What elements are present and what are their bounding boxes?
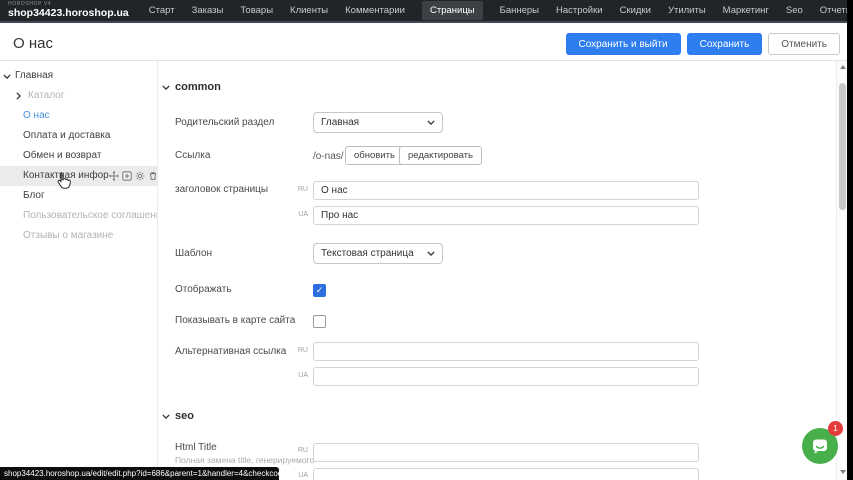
sidebar-item-label: Отзывы о магазине [23,226,113,246]
template-value: Текстовая страница [321,248,414,259]
menu-item-utilities[interactable]: Утилиты [668,5,706,16]
link-edit-button[interactable]: редактировать [399,146,482,165]
menu-item-start[interactable]: Старт [149,5,175,16]
parent-section-value: Главная [321,117,359,128]
alt-link-ua-input[interactable] [313,367,699,386]
chat-unread-badge: 1 [828,421,843,436]
html-title-hint: Полная замена title, генерируемого [175,455,314,465]
html-title-label: Html Title [175,442,217,453]
main-menu: Старт Заказы Товары Клиенты Комментарии … [149,1,853,20]
page-title: О нас [13,35,53,52]
move-icon[interactable] [109,171,119,181]
menu-item-orders[interactable]: Заказы [192,5,224,16]
sidebar-item-about[interactable]: О нас [0,106,157,126]
section-seo-header[interactable]: seo [162,410,194,422]
menu-item-comments[interactable]: Комментарии [345,5,405,16]
sidebar-item-shop-reviews[interactable]: Отзывы о магазине [0,226,157,246]
sidebar-item-contacts[interactable]: Контактная инфор [0,166,157,186]
menu-item-banners[interactable]: Баннеры [500,5,539,16]
sidebar-item-label: Оплата и доставка [23,126,110,146]
save-button[interactable]: Сохранить [687,33,763,55]
menu-item-pages[interactable]: Страницы [422,1,483,20]
page-title-ru-input[interactable] [313,181,699,200]
sitemap-checkbox[interactable] [313,315,326,328]
sidebar-item-label: Главная [15,66,53,86]
section-common-header[interactable]: common [162,81,221,93]
page-title-field-label: заголовок страницы [175,184,268,195]
section-common-title: common [175,81,221,93]
sidebar-item-payment-delivery[interactable]: Оплата и доставка [0,126,157,146]
chat-icon [810,436,830,456]
chevron-down-icon [427,251,435,256]
vertical-scrollbar[interactable] [836,61,847,480]
browser-status-url: shop34423.horoshop.ua/edit/edit.php?id=6… [0,467,279,480]
ua-badge: UA [290,211,308,218]
shop-domain-label: shop34423.horoshop.ua [8,8,129,19]
menu-item-marketing[interactable]: Маркетинг [723,5,769,16]
section-seo-title: seo [175,410,194,422]
html-title-ua-input[interactable] [313,468,699,480]
gear-icon[interactable] [135,171,145,181]
display-label: Отображать [175,284,231,295]
sidebar-item-exchange-return[interactable]: Обмен и возврат [0,146,157,166]
sitemap-label: Показывать в карте сайта [175,315,295,326]
sidebar-item-label: Обмен и возврат [23,146,101,166]
menu-item-seo[interactable]: Seo [786,5,803,16]
alt-link-ru-input[interactable] [313,342,699,361]
sidebar-item-label: Блог [23,186,45,206]
horoshop-admin-window: HOROSHOP V4 shop34423.horoshop.ua Старт … [0,0,853,480]
ua-badge: UA [290,472,308,479]
sidebar-item-label: Пользовательское соглашение [23,206,157,226]
chevron-down-icon [162,81,170,93]
html-title-ru-input[interactable] [313,443,699,462]
chevron-down-icon [162,410,170,422]
sidebar-item-label: Каталог [28,86,64,106]
ru-badge: RU [290,186,308,193]
screen-edge-bar [847,0,853,480]
template-select[interactable]: Текстовая страница [313,243,443,264]
save-and-exit-button[interactable]: Сохранить и выйти [566,33,681,55]
ua-badge: UA [290,372,308,379]
add-icon[interactable] [122,171,132,181]
trash-icon[interactable] [148,171,157,181]
menu-item-products[interactable]: Товары [240,5,273,16]
menu-item-discounts[interactable]: Скидки [620,5,651,16]
pages-tree-sidebar: Главная Каталог О нас Оплата и доставка … [0,61,157,480]
parent-section-select[interactable]: Главная [313,112,443,133]
page-title-ua-input[interactable] [313,206,699,225]
link-refresh-button[interactable]: обновить [345,146,404,165]
link-label: Ссылка [175,150,210,161]
header-buttons: Сохранить и выйти Сохранить Отменить [566,33,841,55]
parent-section-label: Родительский раздел [175,117,274,128]
chevron-down-icon [427,120,435,125]
link-value: /o-nas/ [313,151,344,162]
logo[interactable]: HOROSHOP V4 shop34423.horoshop.ua [8,2,129,19]
display-checkbox[interactable]: ✓ [313,284,326,297]
scroll-down-arrow[interactable] [840,470,846,474]
ru-badge: RU [290,347,308,354]
menu-item-settings[interactable]: Настройки [556,5,603,16]
menu-item-clients[interactable]: Клиенты [290,5,328,16]
tree-row-actions [109,171,157,181]
template-label: Шаблон [175,248,212,259]
sidebar-item-blog[interactable]: Блог [0,186,157,206]
sidebar-item-home[interactable]: Главная [0,66,157,86]
sidebar-item-label: О нас [23,106,50,126]
ru-badge: RU [290,447,308,454]
sidebar-divider [157,61,158,480]
topbar: HOROSHOP V4 shop34423.horoshop.ua Старт … [0,0,853,23]
scroll-up-arrow[interactable] [840,65,846,69]
page-header: О нас Сохранить и выйти Сохранить Отмени… [0,25,853,61]
sidebar-item-label: Контактная инфор [23,166,109,186]
sidebar-item-user-agreement[interactable]: Пользовательское соглашение [0,206,157,226]
alt-link-label: Альтернативная ссылка [175,346,286,357]
chevron-right-icon[interactable] [16,92,25,100]
chevron-down-icon[interactable] [3,74,12,79]
scrollbar-thumb[interactable] [839,83,846,210]
sidebar-item-catalog[interactable]: Каталог [0,86,157,106]
cancel-button[interactable]: Отменить [768,33,840,55]
